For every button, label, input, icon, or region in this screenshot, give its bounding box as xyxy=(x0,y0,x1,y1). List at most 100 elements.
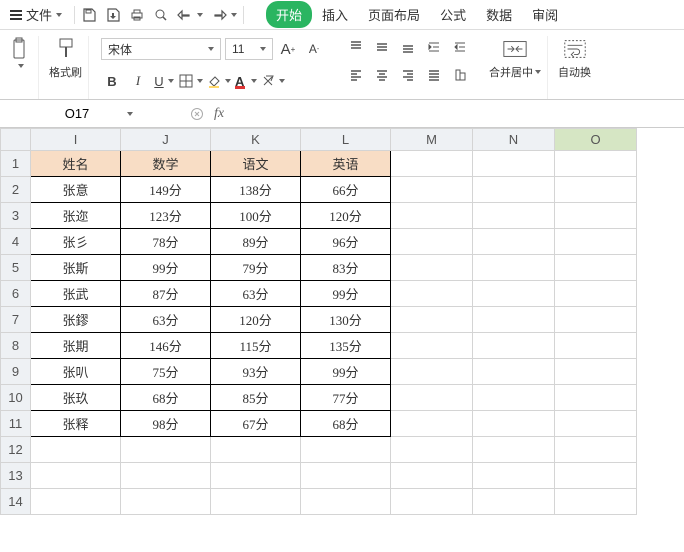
cell[interactable]: 138分 xyxy=(211,177,301,203)
cell[interactable] xyxy=(473,229,555,255)
cell[interactable]: 149分 xyxy=(121,177,211,203)
name-box[interactable] xyxy=(0,100,180,127)
orientation-button[interactable] xyxy=(449,64,471,86)
cell[interactable]: 张意 xyxy=(31,177,121,203)
cell[interactable]: 姓名 xyxy=(31,151,121,177)
cell[interactable]: 120分 xyxy=(301,203,391,229)
italic-button[interactable]: I xyxy=(127,70,149,92)
tab-review[interactable]: 审阅 xyxy=(522,1,568,28)
cell[interactable] xyxy=(301,489,391,515)
cell[interactable]: 张斯 xyxy=(31,255,121,281)
clear-format-button[interactable] xyxy=(261,70,285,92)
font-color-button[interactable]: A xyxy=(235,70,257,92)
fill-color-button[interactable] xyxy=(207,70,231,92)
cell[interactable]: 张武 xyxy=(31,281,121,307)
cell[interactable] xyxy=(555,489,637,515)
underline-button[interactable]: U xyxy=(153,70,175,92)
cell[interactable] xyxy=(555,385,637,411)
row-header[interactable]: 14 xyxy=(1,489,31,515)
cell[interactable] xyxy=(473,437,555,463)
cell[interactable]: 68分 xyxy=(301,411,391,437)
align-left-button[interactable] xyxy=(345,64,367,86)
cell[interactable] xyxy=(555,203,637,229)
print-icon[interactable] xyxy=(129,7,145,23)
cell[interactable] xyxy=(121,463,211,489)
row-header[interactable]: 6 xyxy=(1,281,31,307)
cell[interactable] xyxy=(473,307,555,333)
cell[interactable]: 张鏐 xyxy=(31,307,121,333)
cell[interactable] xyxy=(121,489,211,515)
cell[interactable]: 99分 xyxy=(121,255,211,281)
wrap-text-button[interactable] xyxy=(562,36,588,62)
cell[interactable]: 115分 xyxy=(211,333,301,359)
cell[interactable] xyxy=(391,255,473,281)
row-header[interactable]: 9 xyxy=(1,359,31,385)
redo-icon[interactable] xyxy=(211,7,237,23)
cell[interactable] xyxy=(301,463,391,489)
column-header[interactable]: M xyxy=(391,129,473,151)
cell[interactable]: 98分 xyxy=(121,411,211,437)
cell[interactable] xyxy=(391,385,473,411)
cell[interactable]: 张叭 xyxy=(31,359,121,385)
row-header[interactable]: 2 xyxy=(1,177,31,203)
font-increase-button[interactable]: A+ xyxy=(277,38,299,60)
cell[interactable]: 63分 xyxy=(121,307,211,333)
cell[interactable] xyxy=(391,333,473,359)
undo-icon[interactable] xyxy=(177,7,203,23)
bold-button[interactable]: B xyxy=(101,70,123,92)
cell[interactable] xyxy=(555,359,637,385)
cell[interactable] xyxy=(211,463,301,489)
cell[interactable] xyxy=(391,151,473,177)
file-menu[interactable]: 文件 xyxy=(4,3,68,26)
indent-increase-button[interactable] xyxy=(449,36,471,58)
cell[interactable] xyxy=(555,437,637,463)
tab-insert[interactable]: 插入 xyxy=(312,1,358,28)
cell[interactable]: 120分 xyxy=(211,307,301,333)
cell[interactable] xyxy=(31,463,121,489)
cell[interactable]: 张迩 xyxy=(31,203,121,229)
cell[interactable]: 张释 xyxy=(31,411,121,437)
cell[interactable] xyxy=(391,463,473,489)
row-header[interactable]: 4 xyxy=(1,229,31,255)
select-all-corner[interactable] xyxy=(1,129,31,151)
cell[interactable] xyxy=(301,437,391,463)
cell[interactable] xyxy=(211,489,301,515)
tab-start[interactable]: 开始 xyxy=(266,1,312,28)
cell[interactable]: 77分 xyxy=(301,385,391,411)
print-preview-icon[interactable] xyxy=(153,7,169,23)
cell[interactable] xyxy=(473,281,555,307)
cell[interactable] xyxy=(31,437,121,463)
cell[interactable] xyxy=(391,229,473,255)
cell[interactable] xyxy=(391,281,473,307)
cell[interactable]: 99分 xyxy=(301,281,391,307)
cell[interactable]: 67分 xyxy=(211,411,301,437)
cell[interactable] xyxy=(473,411,555,437)
cell[interactable] xyxy=(121,437,211,463)
format-painter-button[interactable] xyxy=(53,36,79,62)
border-button[interactable] xyxy=(179,70,203,92)
cell[interactable] xyxy=(555,255,637,281)
row-header[interactable]: 3 xyxy=(1,203,31,229)
cell[interactable]: 96分 xyxy=(301,229,391,255)
formula-input[interactable] xyxy=(234,100,684,127)
align-center-button[interactable] xyxy=(371,64,393,86)
cell[interactable]: 语文 xyxy=(211,151,301,177)
column-header[interactable]: L xyxy=(301,129,391,151)
cell[interactable] xyxy=(555,177,637,203)
cell[interactable]: 100分 xyxy=(211,203,301,229)
cell[interactable]: 英语 xyxy=(301,151,391,177)
cell[interactable] xyxy=(391,307,473,333)
column-header[interactable]: I xyxy=(31,129,121,151)
merge-center-button[interactable] xyxy=(502,36,528,62)
column-header[interactable]: O xyxy=(555,129,637,151)
cell[interactable]: 75分 xyxy=(121,359,211,385)
indent-decrease-button[interactable] xyxy=(423,36,445,58)
cell[interactable]: 130分 xyxy=(301,307,391,333)
tab-formula[interactable]: 公式 xyxy=(430,1,476,28)
cell[interactable] xyxy=(473,463,555,489)
cell[interactable] xyxy=(391,437,473,463)
save-as-icon[interactable] xyxy=(105,7,121,23)
cell[interactable] xyxy=(555,411,637,437)
cancel-icon[interactable] xyxy=(190,107,204,121)
column-header[interactable]: N xyxy=(473,129,555,151)
